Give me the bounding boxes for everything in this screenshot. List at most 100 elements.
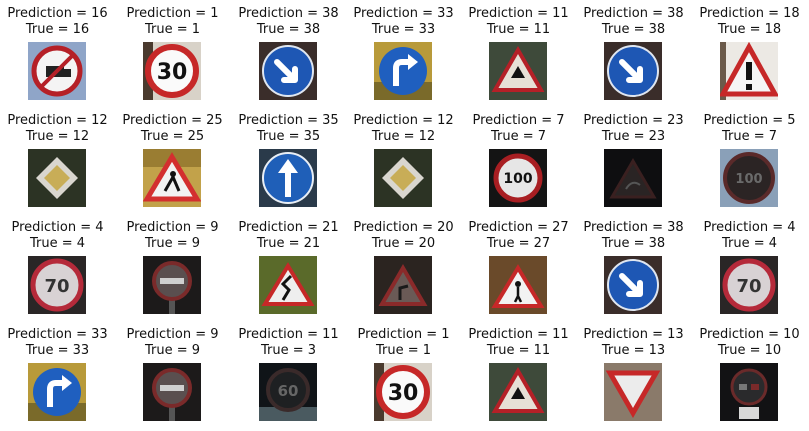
prediction-cell: Prediction = 11 True = 11	[461, 327, 576, 431]
prediction-cell: Prediction = 11 True = 11	[461, 6, 576, 110]
prediction-label: Prediction = 10	[699, 327, 800, 342]
true-label: True = 33	[371, 22, 436, 37]
svg-text:70: 70	[736, 276, 761, 297]
prediction-cell: Prediction = 38 True = 38	[576, 6, 691, 110]
prediction-label: Prediction = 7	[472, 113, 565, 128]
prediction-label: Prediction = 38	[583, 6, 684, 21]
true-label: True = 13	[601, 343, 666, 358]
prediction-label: Prediction = 33	[353, 6, 454, 21]
true-label: True = 21	[256, 236, 321, 251]
turn-right-ahead-sign-icon	[28, 363, 86, 421]
prediction-label: Prediction = 1	[126, 6, 219, 21]
prediction-label: Prediction = 11	[238, 327, 339, 342]
true-label: True = 38	[601, 22, 666, 37]
prediction-cell: Prediction = 4 True = 4 70	[692, 220, 807, 324]
prediction-label: Prediction = 35	[238, 113, 339, 128]
true-label: True = 38	[256, 22, 321, 37]
no-passing-sign-icon	[143, 363, 201, 421]
true-label: True = 38	[601, 236, 666, 251]
pedestrians-sign-icon	[489, 256, 547, 314]
speed-limit-70-sign-icon: 70	[720, 256, 778, 314]
speed-limit-70-sign-icon: 70	[28, 256, 86, 314]
right-of-way-sign-icon	[489, 42, 547, 100]
prediction-cell: Prediction = 16 True = 16	[0, 6, 115, 110]
true-label: True = 35	[256, 129, 321, 144]
true-label: True = 23	[601, 129, 666, 144]
prediction-label: Prediction = 11	[468, 327, 569, 342]
true-label: True = 11	[486, 22, 551, 37]
ahead-only-sign-icon	[259, 149, 317, 207]
svg-text:100: 100	[735, 172, 762, 187]
true-label: True = 18	[717, 22, 782, 37]
yield-sign-icon	[604, 363, 662, 421]
prediction-cell: Prediction = 5 True = 7 100	[692, 113, 807, 217]
prediction-cell: Prediction = 13 True = 13	[576, 327, 691, 431]
svg-text:30: 30	[388, 381, 419, 406]
true-label: True = 7	[721, 129, 778, 144]
prediction-cell: Prediction = 7 True = 7 100	[461, 113, 576, 217]
priority-road-sign-icon	[374, 149, 432, 207]
true-label: True = 20	[371, 236, 436, 251]
prediction-cell: Prediction = 1 True = 1 30	[346, 327, 461, 431]
general-caution-sign-icon	[720, 42, 778, 100]
svg-text:100: 100	[503, 171, 532, 187]
prediction-label: Prediction = 4	[11, 220, 104, 235]
true-label: True = 1	[144, 22, 201, 37]
prediction-label: Prediction = 23	[583, 113, 684, 128]
slippery-road-sign-icon	[604, 149, 662, 207]
no-passing-trucks-sign-icon	[720, 363, 778, 421]
no-trucks-sign-icon	[28, 42, 86, 100]
true-label: True = 10	[717, 343, 782, 358]
prediction-cell: Prediction = 25 True = 25	[115, 113, 230, 217]
prediction-label: Prediction = 38	[583, 220, 684, 235]
prediction-label: Prediction = 16	[7, 6, 108, 21]
true-label: True = 16	[25, 22, 90, 37]
speed-limit-60-sign-icon: 60	[259, 363, 317, 421]
keep-right-sign-icon	[259, 42, 317, 100]
prediction-label: Prediction = 25	[122, 113, 223, 128]
prediction-label: Prediction = 38	[238, 6, 339, 21]
true-label: True = 11	[486, 343, 551, 358]
true-label: True = 27	[486, 236, 551, 251]
double-curve-sign-icon	[259, 256, 317, 314]
speed-limit-sign-icon: 100	[720, 149, 778, 207]
prediction-cell: Prediction = 27 True = 27	[461, 220, 576, 324]
prediction-label: Prediction = 13	[583, 327, 684, 342]
speed-limit-30-sign-icon: 30	[374, 363, 432, 421]
prediction-cell: Prediction = 21 True = 21	[231, 220, 346, 324]
road-work-sign-icon	[143, 149, 201, 207]
prediction-cell: Prediction = 9 True = 9	[115, 220, 230, 324]
dangerous-curve-right-sign-icon	[374, 256, 432, 314]
prediction-label: Prediction = 11	[468, 6, 569, 21]
true-label: True = 4	[29, 236, 86, 251]
prediction-cell: Prediction = 38 True = 38	[231, 6, 346, 110]
prediction-cell: Prediction = 20 True = 20	[346, 220, 461, 324]
prediction-label: Prediction = 4	[703, 220, 796, 235]
speed-limit-100-sign-icon: 100	[489, 149, 547, 207]
prediction-label: Prediction = 12	[353, 113, 454, 128]
prediction-cell: Prediction = 12 True = 12	[346, 113, 461, 217]
keep-right-sign-icon	[604, 256, 662, 314]
prediction-cell: Prediction = 23 True = 23	[576, 113, 691, 217]
prediction-label: Prediction = 20	[353, 220, 454, 235]
prediction-label: Prediction = 18	[699, 6, 800, 21]
true-label: True = 9	[144, 343, 201, 358]
prediction-cell: Prediction = 4 True = 4 70	[0, 220, 115, 324]
prediction-label: Prediction = 12	[7, 113, 108, 128]
true-label: True = 3	[260, 343, 317, 358]
speed-limit-30-sign-icon: 30	[143, 42, 201, 100]
prediction-label: Prediction = 33	[7, 327, 108, 342]
prediction-cell: Prediction = 38 True = 38	[576, 220, 691, 324]
keep-right-sign-icon	[604, 42, 662, 100]
true-label: True = 33	[25, 343, 90, 358]
true-label: True = 12	[25, 129, 90, 144]
true-label: True = 25	[140, 129, 205, 144]
turn-right-ahead-sign-icon	[374, 42, 432, 100]
prediction-cell: Prediction = 33 True = 33	[346, 6, 461, 110]
true-label: True = 4	[721, 236, 778, 251]
prediction-label: Prediction = 9	[126, 220, 219, 235]
prediction-label: Prediction = 27	[468, 220, 569, 235]
prediction-cell: Prediction = 11 True = 3 60	[231, 327, 346, 431]
prediction-cell: Prediction = 10 True = 10	[692, 327, 807, 431]
prediction-label: Prediction = 21	[238, 220, 339, 235]
